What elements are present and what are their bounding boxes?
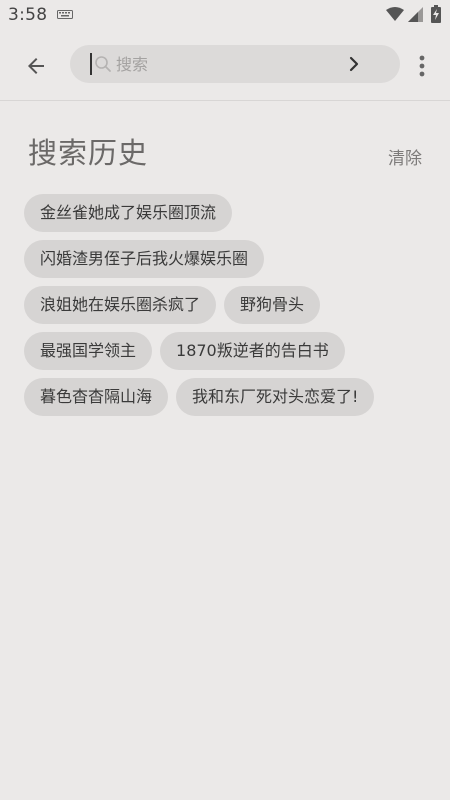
history-chip[interactable]: 最强国学领主: [24, 332, 153, 370]
toolbar: [0, 32, 450, 101]
search-icon: [95, 56, 111, 72]
keyboard-icon: [57, 10, 73, 19]
more-vertical-icon: [419, 55, 425, 77]
clear-history-button[interactable]: 清除: [388, 144, 422, 169]
search-go-button[interactable]: [342, 52, 366, 76]
search-input[interactable]: [116, 45, 336, 83]
search-box[interactable]: [70, 45, 400, 83]
more-options-button[interactable]: [408, 50, 436, 82]
wifi-icon: [386, 7, 404, 21]
history-chip-row: 闪婚渣男侄子后我火爆娱乐圈: [24, 240, 424, 278]
history-chip-row: 暮色杳杳隔山海 我和东厂死对头恋爱了!: [24, 378, 424, 416]
chevron-right-icon: [349, 56, 359, 72]
history-chip-row: 金丝雀她成了娱乐圈顶流: [24, 194, 424, 232]
history-chip[interactable]: 闪婚渣男侄子后我火爆娱乐圈: [24, 240, 265, 278]
arrow-left-icon: [28, 58, 44, 74]
history-chip[interactable]: 金丝雀她成了娱乐圈顶流: [24, 194, 233, 232]
history-chip[interactable]: 野狗骨头: [224, 286, 321, 324]
history-chip[interactable]: 我和东厂死对头恋爱了!: [176, 378, 375, 416]
back-button[interactable]: [16, 46, 56, 86]
search-history-title: 搜索历史: [28, 136, 149, 170]
status-bar: 3:58: [0, 0, 450, 32]
battery-charging-icon: [431, 5, 441, 23]
history-chip-row: 浪姐她在娱乐圈杀疯了 野狗骨头: [24, 286, 424, 324]
status-time: 3:58: [8, 5, 48, 25]
history-chip[interactable]: 暮色杳杳隔山海: [24, 378, 169, 416]
search-screen: 3:58 搜索 搜索历史 清除 金丝雀她成了娱乐圈顶流 闪婚渣男侄子后我火爆娱乐…: [0, 0, 450, 800]
history-chip[interactable]: 浪姐她在娱乐圈杀疯了: [24, 286, 217, 324]
signal-icon: [408, 7, 423, 22]
text-caret: [90, 53, 92, 75]
history-chips: 金丝雀她成了娱乐圈顶流 闪婚渣男侄子后我火爆娱乐圈 浪姐她在娱乐圈杀疯了 野狗骨…: [24, 194, 424, 424]
history-chip-row: 最强国学领主 1870叛逆者的告白书: [24, 332, 424, 370]
history-chip[interactable]: 1870叛逆者的告白书: [160, 332, 345, 370]
